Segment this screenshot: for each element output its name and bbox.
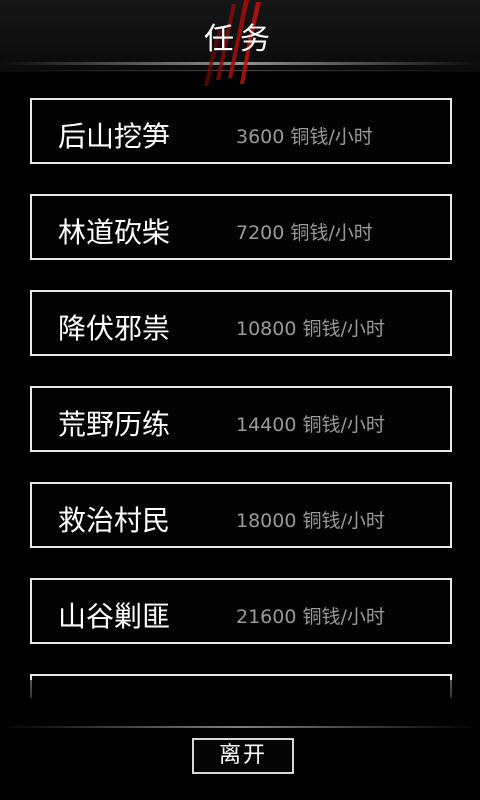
task-item-2[interactable]: 林道砍柴 7200 铜钱/小时 [30,194,452,260]
page-title: 任务 [204,22,276,57]
task-screen: 任务 后山挖笋 3600 铜钱/小时 林道砍柴 7200 铜钱/小时 降伏邪祟 … [0,0,480,800]
task-item-6[interactable]: 山谷剿匪 21600 铜钱/小时 [30,578,452,644]
task-reward: 10800 铜钱/小时 [236,318,385,340]
task-list[interactable]: 后山挖笋 3600 铜钱/小时 林道砍柴 7200 铜钱/小时 降伏邪祟 108… [0,92,480,698]
task-name: 救治村民 [58,504,171,537]
task-reward: 21600 铜钱/小时 [236,606,385,628]
task-item-5[interactable]: 救治村民 18000 铜钱/小时 [30,482,452,548]
leave-button[interactable]: 离开 [192,738,294,774]
task-name: 林道砍柴 [58,216,171,249]
task-name: 山谷剿匪 [58,600,171,633]
list-bottom-fade [0,680,480,720]
task-item-1[interactable]: 后山挖笋 3600 铜钱/小时 [30,98,452,164]
task-reward: 14400 铜钱/小时 [236,414,385,436]
task-reward: 3600 铜钱/小时 [236,126,373,148]
task-reward: 7200 铜钱/小时 [236,222,373,244]
task-item-3[interactable]: 降伏邪祟 10800 铜钱/小时 [30,290,452,356]
task-name: 后山挖笋 [58,120,171,153]
task-item-4[interactable]: 荒野历练 14400 铜钱/小时 [30,386,452,452]
task-name: 降伏邪祟 [58,312,171,345]
header-bar: 任务 [0,0,480,86]
task-name: 荒野历练 [58,408,171,441]
task-reward: 18000 铜钱/小时 [236,510,385,532]
footer-divider [0,726,480,728]
